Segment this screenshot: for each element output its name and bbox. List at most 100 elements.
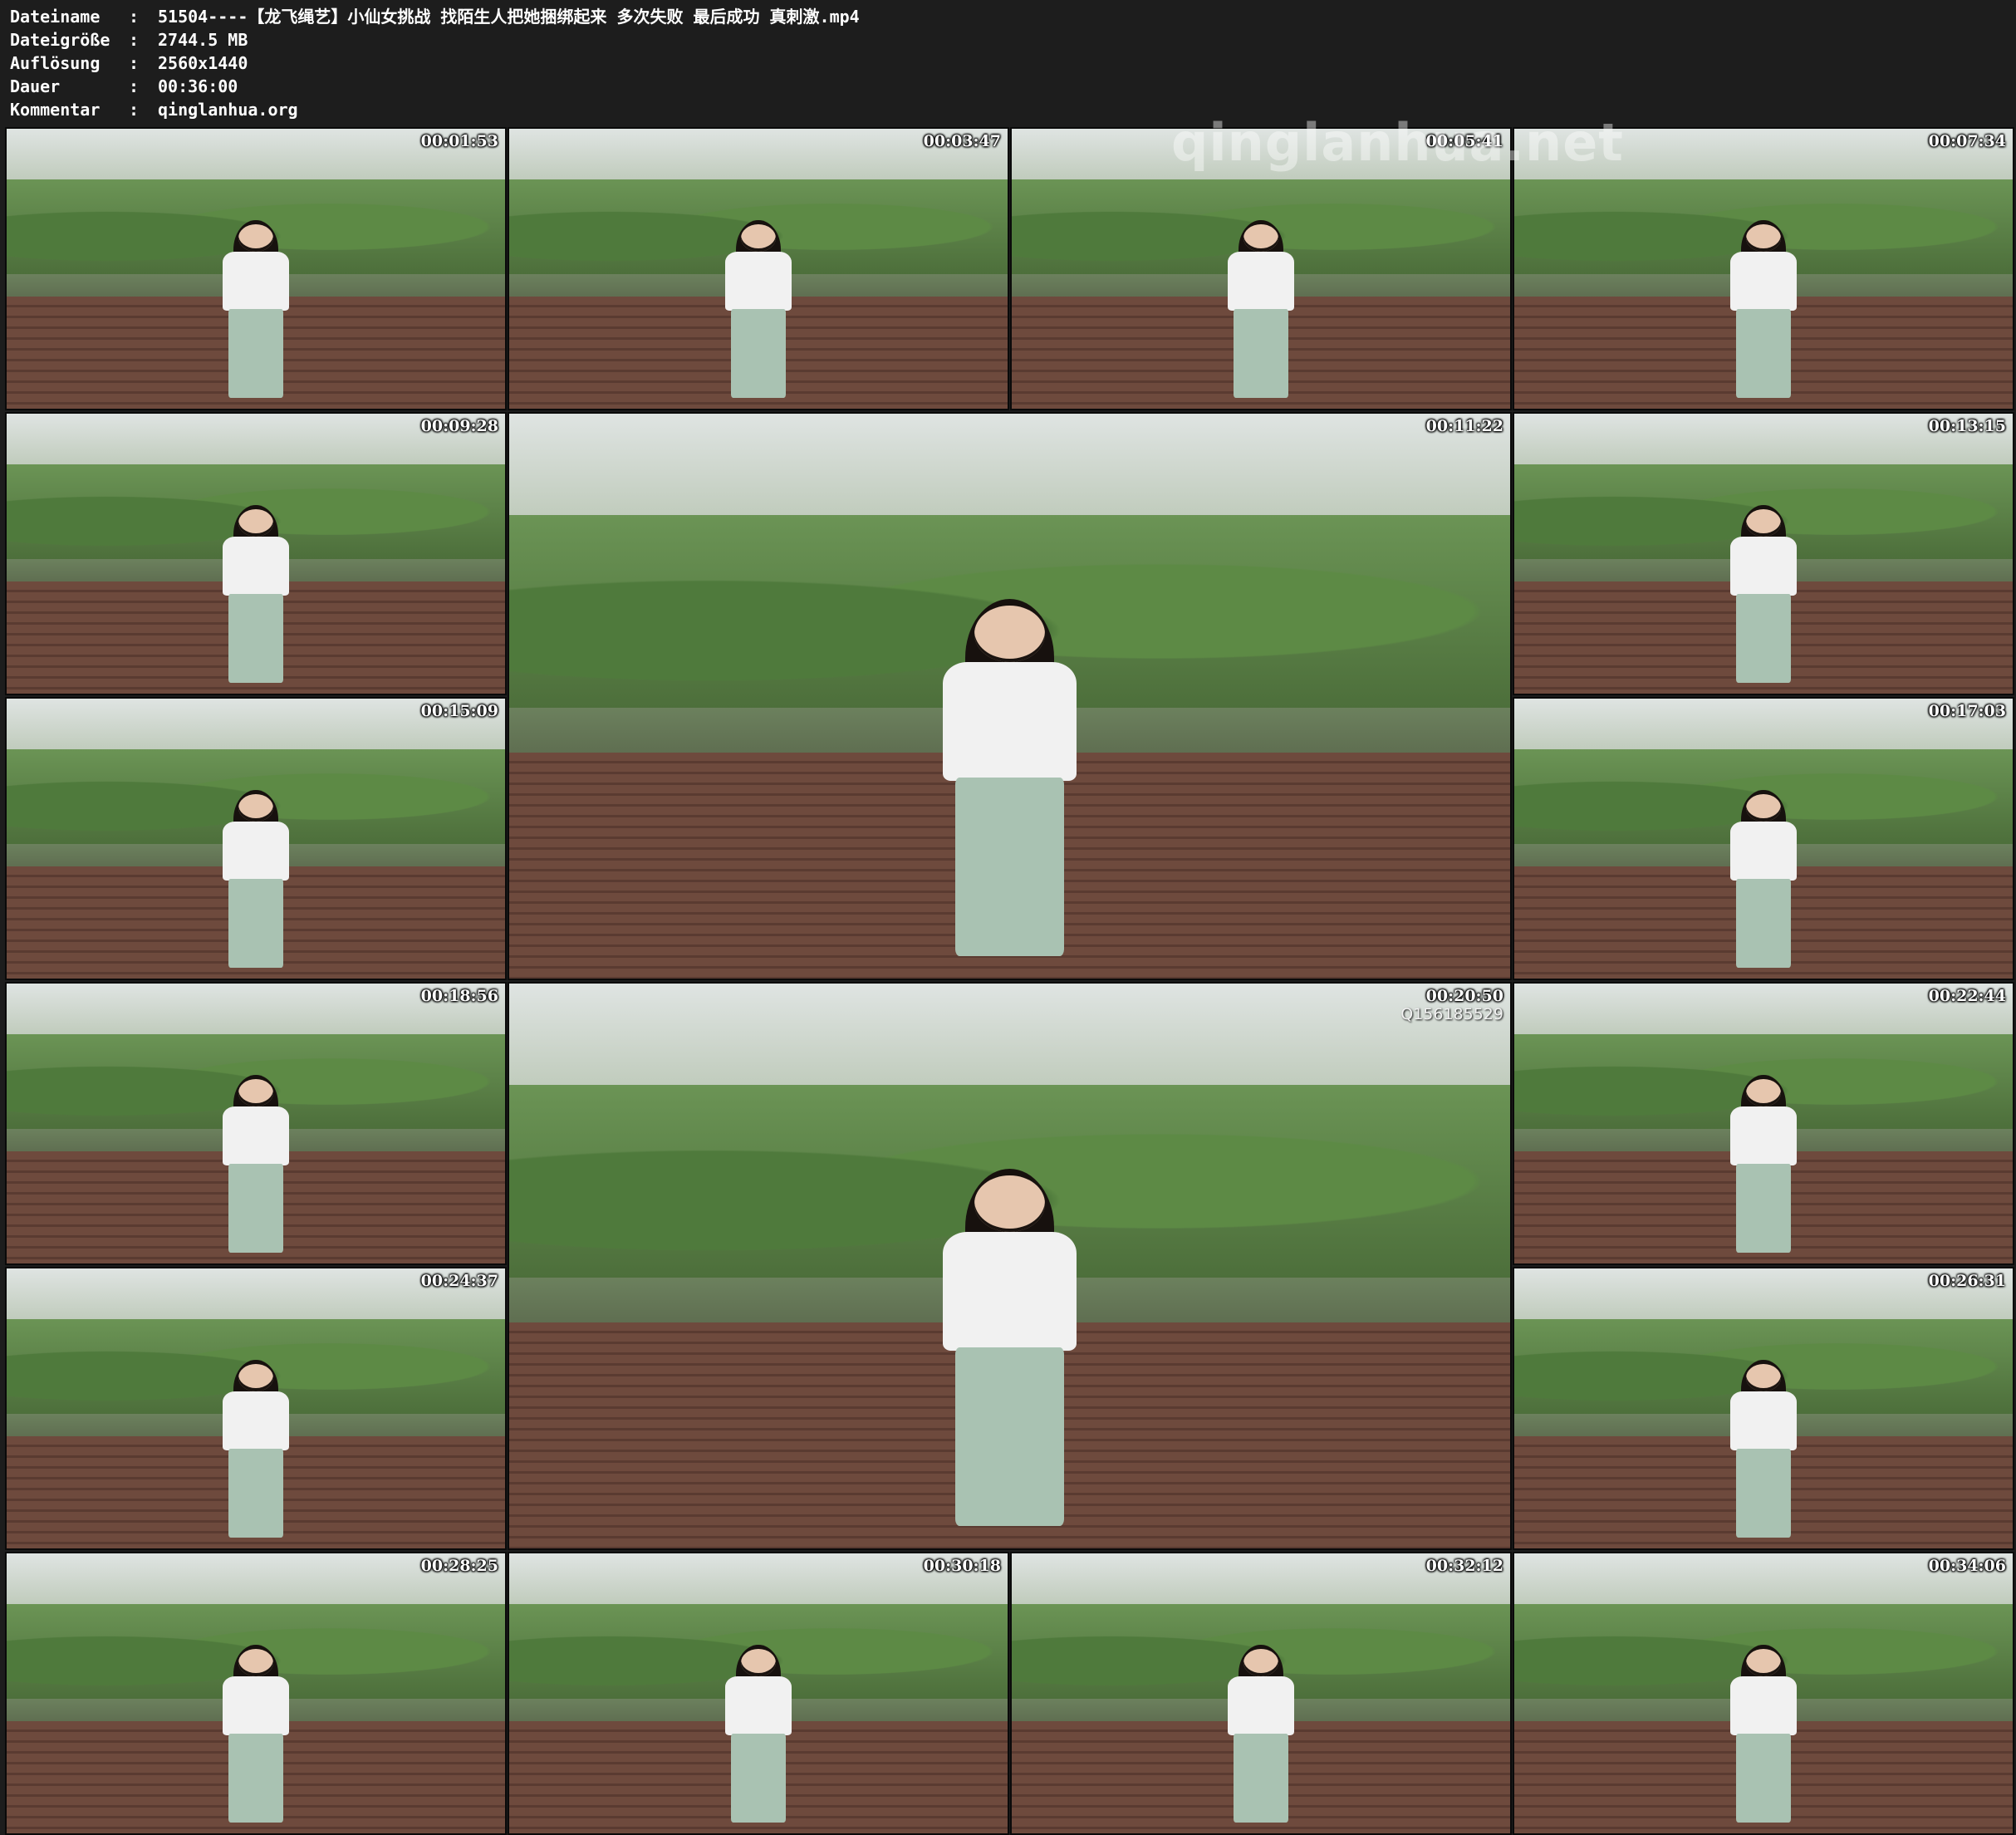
person-shirt — [1729, 1391, 1798, 1451]
person-pants — [1736, 1448, 1791, 1538]
video-thumbnail[interactable]: 00:26:31 — [1513, 1267, 2014, 1550]
thumbnail-person — [1724, 505, 1803, 683]
thumbnail-timestamp: 00:11:22 — [1425, 417, 1503, 435]
person-head — [974, 1175, 1045, 1232]
person-shirt — [724, 252, 792, 312]
person-pants — [731, 308, 786, 398]
thumbnail-person — [719, 1645, 798, 1823]
person-pants — [228, 1733, 283, 1823]
person-pants — [954, 1347, 1065, 1526]
person-shirt — [1729, 822, 1798, 881]
person-pants — [1736, 593, 1791, 683]
thumbnail-timestamp: 00:28:25 — [420, 1557, 498, 1575]
person-head — [1745, 508, 1782, 537]
thumbnail-timestamp: 00:01:53 — [420, 132, 498, 150]
person-pants — [1736, 308, 1791, 398]
person-head — [1745, 1363, 1782, 1392]
person-shirt — [942, 1231, 1077, 1351]
video-thumbnail[interactable]: 00:34:06 — [1513, 1552, 2014, 1835]
person-shirt — [222, 252, 290, 312]
thumbnail-person — [216, 1645, 296, 1823]
video-thumbnail[interactable]: 00:17:03 — [1513, 697, 2014, 980]
person-head — [974, 606, 1045, 662]
person-pants — [1736, 1163, 1791, 1253]
video-thumbnail[interactable]: 00:24:37 — [5, 1267, 507, 1550]
thumbnail-person — [216, 220, 296, 398]
person-shirt — [1227, 252, 1295, 312]
person-pants — [228, 308, 283, 398]
video-thumbnail[interactable]: 00:15:09 — [5, 697, 507, 980]
thumbnail-person — [930, 1168, 1090, 1526]
video-thumbnail[interactable]: 00:30:18 — [508, 1552, 1009, 1835]
person-pants — [731, 1733, 786, 1823]
person-shirt — [1729, 1676, 1798, 1736]
thumbnail-person — [216, 1360, 296, 1538]
thumbnail-timestamp: 00:20:50 — [1425, 987, 1503, 1005]
person-head — [1745, 793, 1782, 822]
person-head — [238, 223, 274, 253]
person-shirt — [222, 1391, 290, 1451]
thumbnail-timestamp: 00:17:03 — [1928, 702, 2006, 720]
person-pants — [228, 1448, 283, 1538]
video-thumbnail[interactable]: 00:18:56 — [5, 982, 507, 1265]
person-pants — [1234, 1733, 1288, 1823]
person-head — [238, 1648, 274, 1677]
person-pants — [1736, 878, 1791, 968]
person-pants — [228, 593, 283, 683]
person-head — [740, 223, 777, 253]
video-thumbnail[interactable]: 00:13:15 — [1513, 412, 2014, 695]
person-pants — [228, 1163, 283, 1253]
thumbnail-timestamp: 00:34:06 — [1928, 1557, 2006, 1575]
thumbnail-timestamp: 00:24:37 — [420, 1272, 498, 1290]
thumbnail-overlay-text: Q156185529 — [1400, 1005, 1503, 1023]
person-head — [1745, 223, 1782, 253]
person-shirt — [942, 661, 1077, 781]
thumbnail-person — [719, 220, 798, 398]
person-head — [238, 1078, 274, 1107]
person-head — [1243, 1648, 1279, 1677]
thumbnail-person — [1724, 790, 1803, 968]
thumbnail-timestamp: 00:30:18 — [923, 1557, 1001, 1575]
thumbnail-person — [1724, 1360, 1803, 1538]
person-head — [238, 793, 274, 822]
person-shirt — [724, 1676, 792, 1736]
video-thumbnail[interactable]: 00:32:12 — [1010, 1552, 1512, 1835]
thumbnail-person — [1221, 1645, 1301, 1823]
person-pants — [228, 878, 283, 968]
person-shirt — [1729, 252, 1798, 312]
thumbnail-person — [216, 790, 296, 968]
video-thumbnail[interactable]: 00:20:50 Q156185529 — [508, 982, 1512, 1550]
thumbnail-grid: 00:01:53 00:03:47 00:05:41 00:07:34 00:09:28… — [0, 0, 2016, 1835]
thumbnail-person — [216, 1075, 296, 1253]
video-thumbnail[interactable]: 00:11:22 — [508, 412, 1512, 980]
thumbnail-person — [1724, 1075, 1803, 1253]
person-head — [238, 1363, 274, 1392]
person-shirt — [222, 1676, 290, 1736]
thumbnail-timestamp: 00:26:31 — [1928, 1272, 2006, 1290]
person-shirt — [222, 1106, 290, 1166]
person-head — [1745, 1078, 1782, 1107]
thumbnail-person — [1724, 220, 1803, 398]
person-head — [238, 508, 274, 537]
person-shirt — [1729, 537, 1798, 596]
person-pants — [954, 777, 1065, 956]
video-thumbnail[interactable]: 00:03:47 — [508, 127, 1009, 410]
thumbnail-timestamp: 00:07:34 — [1928, 132, 2006, 150]
person-head — [740, 1648, 777, 1677]
person-head — [1243, 223, 1279, 253]
thumbnail-timestamp: 00:15:09 — [420, 702, 498, 720]
video-thumbnail[interactable]: 00:01:53 — [5, 127, 507, 410]
thumbnail-person — [1724, 1645, 1803, 1823]
video-thumbnail[interactable]: 00:28:25 — [5, 1552, 507, 1835]
thumbnail-person — [216, 505, 296, 683]
person-shirt — [222, 537, 290, 596]
video-thumbnail[interactable]: 00:22:44 — [1513, 982, 2014, 1265]
thumbnail-timestamp: 00:32:12 — [1425, 1557, 1503, 1575]
person-pants — [1234, 308, 1288, 398]
thumbnail-person — [1221, 220, 1301, 398]
thumbnail-timestamp: 00:09:28 — [420, 417, 498, 435]
thumbnail-person — [930, 598, 1090, 956]
watermark-text: qinglanhua.net — [1171, 112, 1624, 173]
video-thumbnail[interactable]: 00:09:28 — [5, 412, 507, 695]
thumbnail-timestamp: 00:03:47 — [923, 132, 1001, 150]
